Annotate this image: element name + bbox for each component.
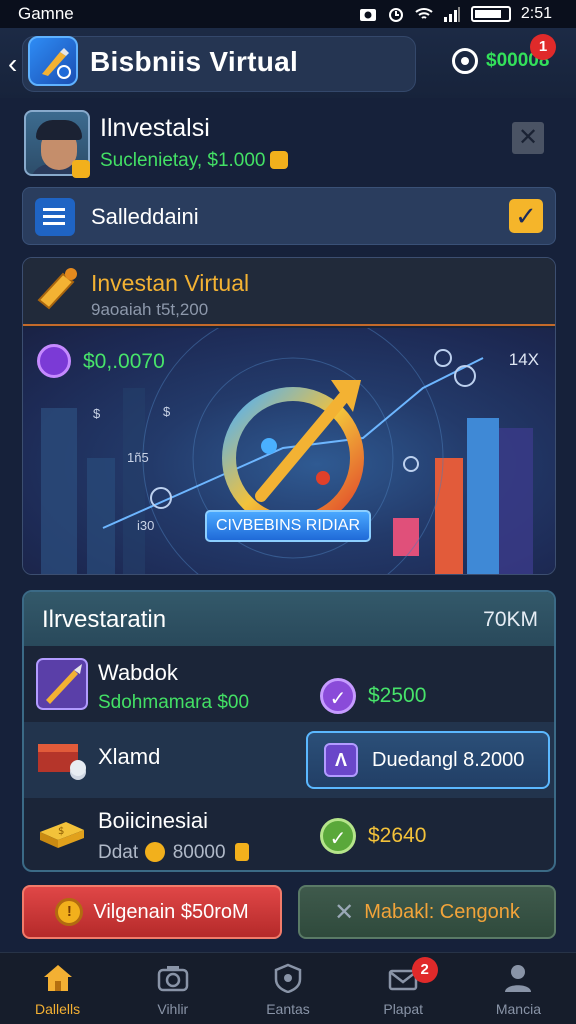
investment-value: $2640 bbox=[368, 824, 427, 847]
close-checkbox-icon[interactable]: ✕ bbox=[512, 122, 544, 154]
profile-name: Ilnvestalsi bbox=[100, 114, 210, 142]
secondary-action-label: Mabakl: Cengonk bbox=[364, 900, 520, 923]
investments-total: 70KM bbox=[483, 608, 538, 631]
coin-badge-icon bbox=[72, 160, 90, 178]
banner-label-d: i30 bbox=[137, 518, 155, 533]
investment-value-group: ✓ $2500 bbox=[320, 678, 426, 714]
treasure-chest-icon bbox=[38, 744, 86, 780]
bottom-nav: Dallells Vihlir Eantas 2 Plapat Mancia bbox=[0, 952, 576, 1024]
alarm-icon bbox=[388, 8, 403, 22]
banner-subtitle: 9aoaiah t5t,200 bbox=[91, 300, 209, 319]
investment-value: $2500 bbox=[368, 684, 427, 707]
profile-card[interactable]: Ilnvestalsi Suclenietay, $1.000 ✕ bbox=[22, 104, 556, 184]
secondary-action-button[interactable]: ✕ Mabakl: Cengonk bbox=[298, 885, 556, 939]
signal-icon bbox=[443, 7, 460, 22]
virtual-investment-banner[interactable]: Investan Virtual 9aoaiah t5t,200 $0,.007… bbox=[22, 257, 556, 575]
list-settings-icon bbox=[35, 198, 75, 236]
carrier-label: Gamne bbox=[18, 4, 74, 23]
app-logo bbox=[28, 36, 78, 86]
banner-title: Investan Virtual bbox=[91, 270, 250, 296]
svg-text:$: $ bbox=[58, 826, 64, 837]
nav-item-camera[interactable]: Vihlir bbox=[115, 953, 230, 1024]
battery-icon bbox=[470, 6, 511, 22]
investment-name: Wabdok bbox=[98, 660, 178, 685]
sword-icon bbox=[36, 658, 88, 710]
investment-name: Xlamd bbox=[98, 744, 161, 769]
status-bar: Gamne 2:51 bbox=[0, 0, 576, 28]
check-circle-icon: ✓ bbox=[320, 678, 356, 714]
page-title: Bisbniis Virtual bbox=[90, 46, 299, 77]
clock: 2:51 bbox=[520, 5, 552, 22]
nav-item-profile[interactable]: Mancia bbox=[461, 953, 576, 1024]
nav-label: Vihlir bbox=[157, 1001, 189, 1017]
investment-subtitle: Sdohmamara $00 bbox=[98, 692, 250, 713]
coin-icon bbox=[452, 48, 478, 74]
profile-subtitle: Suclenietay, $1.000 bbox=[100, 150, 288, 172]
gold-bars-icon: $ bbox=[40, 822, 84, 848]
banner-percent: 14X bbox=[508, 350, 539, 369]
nav-notification-badge: 2 bbox=[411, 957, 438, 983]
investment-row[interactable]: Xlamd Λ Duedangl 8.2000 bbox=[24, 722, 554, 798]
banner-label-b: 1ñ5 bbox=[127, 450, 149, 465]
home-icon bbox=[43, 965, 72, 991]
banner-artwork: $0,.0070 14X $ 1ñ5 $ i30 CIVBEBINS RIDIA… bbox=[23, 328, 555, 574]
letter-a-icon: Λ bbox=[324, 743, 358, 777]
camera-icon bbox=[157, 966, 189, 992]
investment-subtitle: Ddat 80000 bbox=[98, 842, 249, 864]
gold-ticket-icon bbox=[37, 268, 77, 310]
investment-value-group: ✓ $2640 bbox=[320, 818, 426, 854]
coin-icon bbox=[145, 842, 166, 862]
purple-coin-icon bbox=[37, 344, 71, 378]
crossed-swords-icon: ✕ bbox=[334, 898, 355, 926]
banner-label-c: $ bbox=[163, 404, 171, 419]
wifi-icon bbox=[415, 8, 433, 19]
nav-item-mail[interactable]: 2 Plapat bbox=[346, 953, 461, 1024]
nav-item-shield[interactable]: Eantas bbox=[230, 953, 345, 1024]
back-arrow-icon[interactable]: ‹ bbox=[8, 48, 17, 80]
investment-action-label: Duedangl 8.2000 bbox=[372, 748, 525, 771]
settings-row[interactable]: Salleddaini ✓ bbox=[22, 187, 556, 245]
nav-label: Mancia bbox=[495, 1001, 541, 1017]
notification-badge[interactable]: 1 bbox=[530, 34, 556, 60]
coin-stack-icon bbox=[234, 843, 249, 861]
person-icon bbox=[505, 965, 532, 992]
investments-header: Ilrvestaratin 70KM bbox=[24, 592, 554, 646]
camera-status-icon bbox=[359, 9, 376, 21]
shield-icon bbox=[274, 963, 302, 993]
investment-row[interactable]: $ Boiicinesiai Ddat 80000 ✓ $2640 bbox=[24, 798, 554, 870]
banner-header: Investan Virtual 9aoaiah t5t,200 bbox=[23, 258, 555, 326]
checkbox-checked-icon[interactable]: ✓ bbox=[509, 199, 543, 233]
investments-title: Ilrvestaratin bbox=[42, 606, 167, 633]
banner-cta-button[interactable]: CIVBEBINS RIDIAR bbox=[205, 510, 371, 542]
banner-label-a: $ bbox=[93, 406, 101, 421]
nav-label: Plapat bbox=[383, 1001, 424, 1017]
primary-action-label: Vilgenain $50roM bbox=[93, 900, 249, 923]
pencil-rocket-icon bbox=[42, 48, 71, 79]
primary-action-button[interactable]: ! Vilgenain $50roM bbox=[22, 885, 282, 939]
top-bar: ‹ Bisbniis Virtual $00008 1 bbox=[0, 28, 576, 98]
investment-name: Boiicinesiai bbox=[98, 808, 209, 833]
nav-label: Dallells bbox=[35, 1001, 81, 1017]
check-circle-icon: ✓ bbox=[320, 818, 356, 854]
coin-icon bbox=[269, 151, 288, 169]
coin-icon: ! bbox=[55, 898, 84, 926]
investment-action-button[interactable]: Λ Duedangl 8.2000 bbox=[306, 731, 550, 789]
nav-label: Eantas bbox=[266, 1001, 310, 1017]
banner-value: $0,.0070 bbox=[83, 350, 165, 373]
nav-item-home[interactable]: Dallells bbox=[0, 953, 115, 1024]
status-icons: 2:51 bbox=[359, 5, 552, 23]
investment-row[interactable]: Wabdok Sdohmamara $00 ✓ $2500 bbox=[24, 646, 554, 722]
investments-panel: Ilrvestaratin 70KM Wabdok Sdohmamara $00… bbox=[22, 590, 556, 872]
settings-label: Salleddaini bbox=[91, 204, 199, 229]
